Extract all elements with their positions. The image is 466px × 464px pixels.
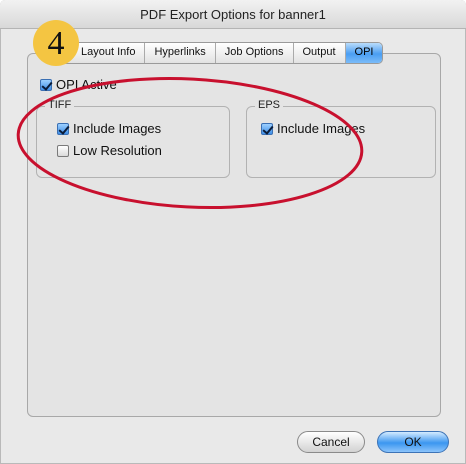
tiff-group: TIFF Include Images Low Resolution	[36, 99, 230, 178]
tab-output[interactable]: Output	[294, 43, 346, 63]
eps-include-images-checkbox[interactable]: Include Images	[261, 121, 365, 136]
opi-panel: OPI Active TIFF Include Images Low Resol…	[27, 53, 441, 417]
pdf-export-options-dialog: PDF Export Options for banner1 OPI Activ…	[0, 0, 466, 464]
checkbox-checked-icon	[40, 78, 52, 91]
opi-active-checkbox[interactable]: OPI Active	[40, 77, 117, 92]
eps-group: EPS Include Images	[246, 99, 436, 178]
tiff-include-images-checkbox[interactable]: Include Images	[57, 121, 161, 136]
step-number-badge: 4	[33, 20, 79, 66]
cancel-button[interactable]: Cancel	[297, 431, 365, 453]
tiff-low-resolution-checkbox[interactable]: Low Resolution	[57, 143, 162, 158]
tab-bar: Layout Info Hyperlinks Job Options Outpu…	[52, 42, 384, 64]
eps-group-label: EPS	[255, 99, 284, 111]
tiff-include-images-label: Include Images	[73, 121, 162, 136]
eps-include-images-label: Include Images	[277, 121, 366, 136]
tiff-low-resolution-label: Low Resolution	[73, 143, 162, 158]
tiff-group-label: TIFF	[45, 99, 75, 111]
checkbox-unchecked-icon	[57, 144, 69, 157]
checkbox-checked-icon	[261, 122, 273, 135]
opi-active-label: OPI Active	[56, 77, 117, 92]
ok-button[interactable]: OK	[377, 431, 449, 453]
tab-opi[interactable]: OPI	[345, 43, 383, 63]
tab-hyperlinks[interactable]: Hyperlinks	[145, 43, 216, 63]
tab-job-options[interactable]: Job Options	[216, 43, 294, 63]
checkbox-checked-icon	[57, 122, 69, 135]
